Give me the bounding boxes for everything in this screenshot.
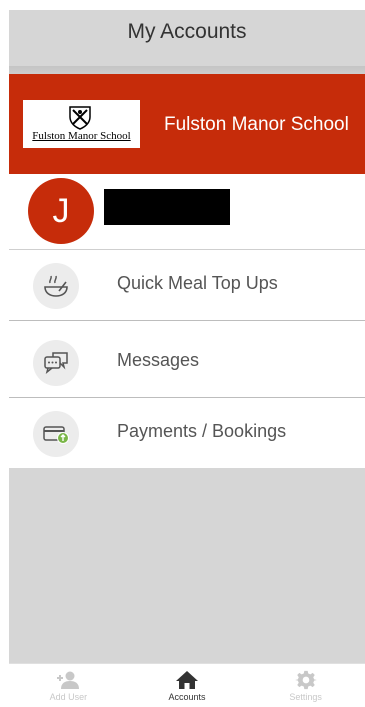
page-title: My Accounts — [127, 20, 247, 43]
bottom-tab-bar: Add User Accounts Settings — [9, 663, 365, 707]
menu-item-quick-meal-top-ups[interactable]: Quick Meal Top Ups — [9, 250, 365, 321]
tab-label-accounts: Accounts — [168, 692, 206, 702]
gear-icon — [294, 670, 317, 690]
school-logo-text: Fulston Manor School — [32, 130, 131, 142]
user-row[interactable]: J — [9, 174, 365, 250]
meal-bowl-icon — [33, 263, 79, 309]
tab-accounts[interactable]: Accounts — [128, 664, 247, 707]
school-header[interactable]: Fulston Manor School Fulston Manor Schoo… — [9, 74, 365, 174]
menu-label-messages: Messages — [117, 350, 200, 370]
top-bar: My Accounts — [9, 10, 365, 70]
school-logo: Fulston Manor School — [23, 100, 140, 148]
menu-label-quick-meal: Quick Meal Top Ups — [117, 273, 278, 293]
user-name-redacted — [104, 189, 230, 225]
home-icon — [176, 671, 198, 689]
menu-label-payments: Payments / Bookings — [117, 421, 287, 441]
tab-add-user[interactable]: Add User — [9, 664, 128, 707]
menu-item-payments-bookings[interactable]: Payments / Bookings — [9, 398, 365, 469]
tab-settings[interactable]: Settings — [246, 664, 365, 707]
payment-card-icon — [33, 411, 79, 457]
avatar: J — [28, 178, 94, 244]
tab-label-add-user: Add User — [49, 692, 88, 702]
add-user-icon — [57, 671, 80, 689]
school-crest-icon — [69, 106, 91, 130]
menu-item-messages[interactable]: Messages — [9, 327, 365, 398]
school-name: Fulston Manor School — [164, 114, 349, 135]
tab-label-settings: Settings — [289, 692, 322, 702]
chat-bubbles-icon — [33, 340, 79, 386]
empty-area — [9, 468, 365, 663]
